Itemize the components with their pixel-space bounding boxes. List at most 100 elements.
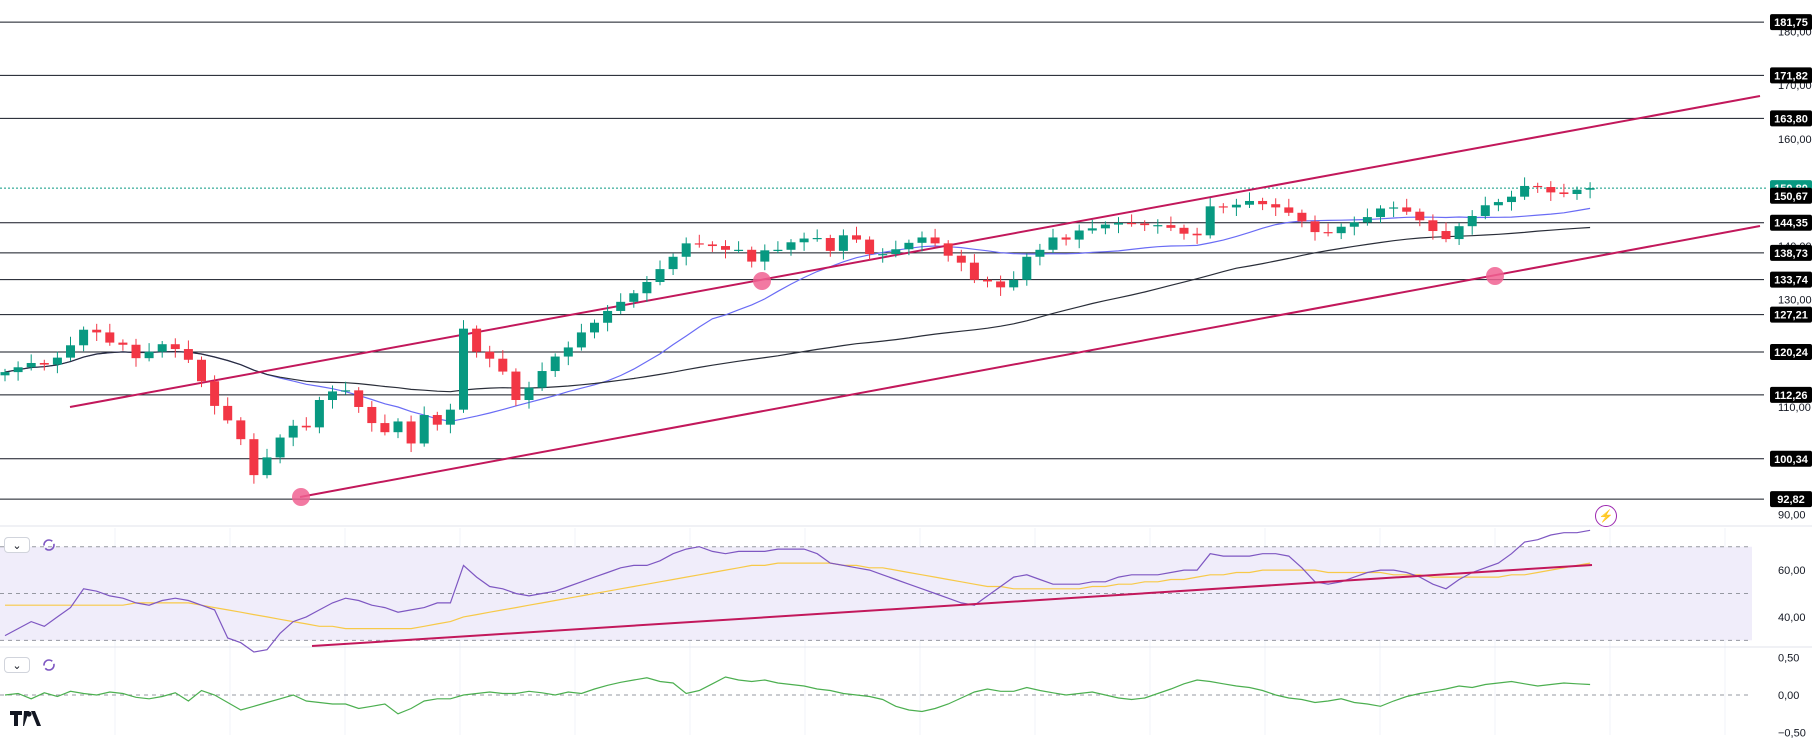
candle <box>1585 182 1595 199</box>
rsi-sync-button[interactable] <box>40 536 58 554</box>
candle <box>917 231 927 252</box>
oscillator-tick-label: 0,50 <box>1778 653 1799 665</box>
candle-body <box>1546 187 1556 193</box>
candle-body <box>1127 222 1137 225</box>
chart-canvas[interactable]: 180,00170,00160,00150,00140,00130,00120,… <box>0 0 1812 746</box>
trend-channel <box>69 95 1761 506</box>
candle-body <box>1074 230 1084 240</box>
level-label-text: 127,21 <box>1774 310 1808 322</box>
candle <box>616 293 626 315</box>
candle-body <box>1389 207 1399 209</box>
candle-body <box>314 400 324 428</box>
candle <box>1284 198 1294 216</box>
candle-body <box>707 244 717 247</box>
oscillator-sync-button[interactable] <box>40 656 58 674</box>
candle <box>1127 214 1137 227</box>
candle-body <box>1467 216 1477 227</box>
candle <box>472 325 482 358</box>
level-label: 112,26 <box>1770 386 1812 403</box>
candle-body <box>747 249 757 262</box>
oscillator-tick-label: −0,50 <box>1778 728 1806 740</box>
rsi-tick-label: 40,00 <box>1778 612 1806 624</box>
candle-body <box>852 235 861 240</box>
candle-body <box>524 387 534 401</box>
candle <box>393 418 403 439</box>
level-label-text: 138,73 <box>1774 248 1808 260</box>
candle <box>681 237 691 266</box>
price-tick-label: 110,00 <box>1778 402 1811 414</box>
level-label: 171,82 <box>1770 67 1812 84</box>
candle-body <box>1271 204 1281 208</box>
candle <box>563 341 573 366</box>
level-label: 100,34 <box>1770 450 1812 467</box>
rsi-pane <box>0 529 1752 653</box>
candle-body <box>1376 208 1385 218</box>
candle-body <box>1402 207 1412 212</box>
candle <box>39 359 49 371</box>
candle <box>92 323 102 341</box>
candle-body <box>485 351 495 359</box>
tradingview-logo[interactable] <box>10 708 44 728</box>
oscillator-collapse-button[interactable]: ⌄ <box>4 657 30 673</box>
level-label: 120,24 <box>1770 344 1812 361</box>
candle-body <box>52 357 62 365</box>
candle <box>1546 181 1556 201</box>
candle-body <box>1441 231 1451 240</box>
sync-icon <box>43 539 55 551</box>
candle <box>760 244 770 271</box>
candle <box>79 326 89 352</box>
candle-body <box>459 328 468 410</box>
candle <box>144 343 154 362</box>
candle-body <box>537 371 547 388</box>
candle <box>262 448 272 479</box>
candle-body <box>1428 220 1438 232</box>
price-tick-label: 160,00 <box>1778 134 1812 146</box>
candle <box>432 411 442 431</box>
candle-body <box>590 322 599 333</box>
candle-body <box>734 249 744 251</box>
candle <box>1140 220 1150 232</box>
candle <box>930 228 940 247</box>
candle-body <box>1297 212 1307 222</box>
candle <box>1310 215 1320 241</box>
candle <box>223 397 233 424</box>
candle <box>1231 198 1241 216</box>
rsi-tick-label: 60,00 <box>1778 565 1806 577</box>
candle <box>380 414 390 436</box>
candle-body <box>563 347 573 357</box>
candle <box>485 345 495 368</box>
candle <box>419 406 429 447</box>
candle <box>367 401 377 432</box>
candle-body <box>92 329 102 333</box>
candle-body <box>1205 206 1215 236</box>
candle <box>1520 177 1530 200</box>
rsi-collapse-button[interactable]: ⌄ <box>4 537 30 553</box>
candle <box>1507 190 1516 211</box>
lightning-icon[interactable]: ⚡ <box>1595 505 1617 527</box>
candle-body <box>668 256 678 270</box>
trend-line-upper <box>69 95 1761 408</box>
candle-body <box>1480 205 1490 216</box>
chevron-down-icon: ⌄ <box>12 659 22 672</box>
candle <box>1389 201 1399 218</box>
candle-body <box>1520 185 1530 197</box>
chevron-down-icon: ⌄ <box>12 539 22 552</box>
candle <box>52 351 62 374</box>
candle-body <box>262 457 272 476</box>
candle-body <box>131 344 141 359</box>
candle <box>1415 208 1425 227</box>
level-label: 92,82 <box>1770 491 1812 508</box>
candle-body <box>223 405 233 421</box>
candle <box>66 336 75 361</box>
candle-body <box>419 415 429 444</box>
candle <box>590 319 599 339</box>
candle <box>865 236 875 260</box>
level-label-text: 92,82 <box>1777 494 1805 506</box>
candle <box>812 229 822 242</box>
level-label: 181,75 <box>1770 14 1812 31</box>
candle <box>1022 253 1032 286</box>
candle-body <box>642 281 652 294</box>
candlestick-series[interactable] <box>0 177 1595 484</box>
candle-body <box>1454 226 1464 240</box>
candle-body <box>1061 237 1071 240</box>
